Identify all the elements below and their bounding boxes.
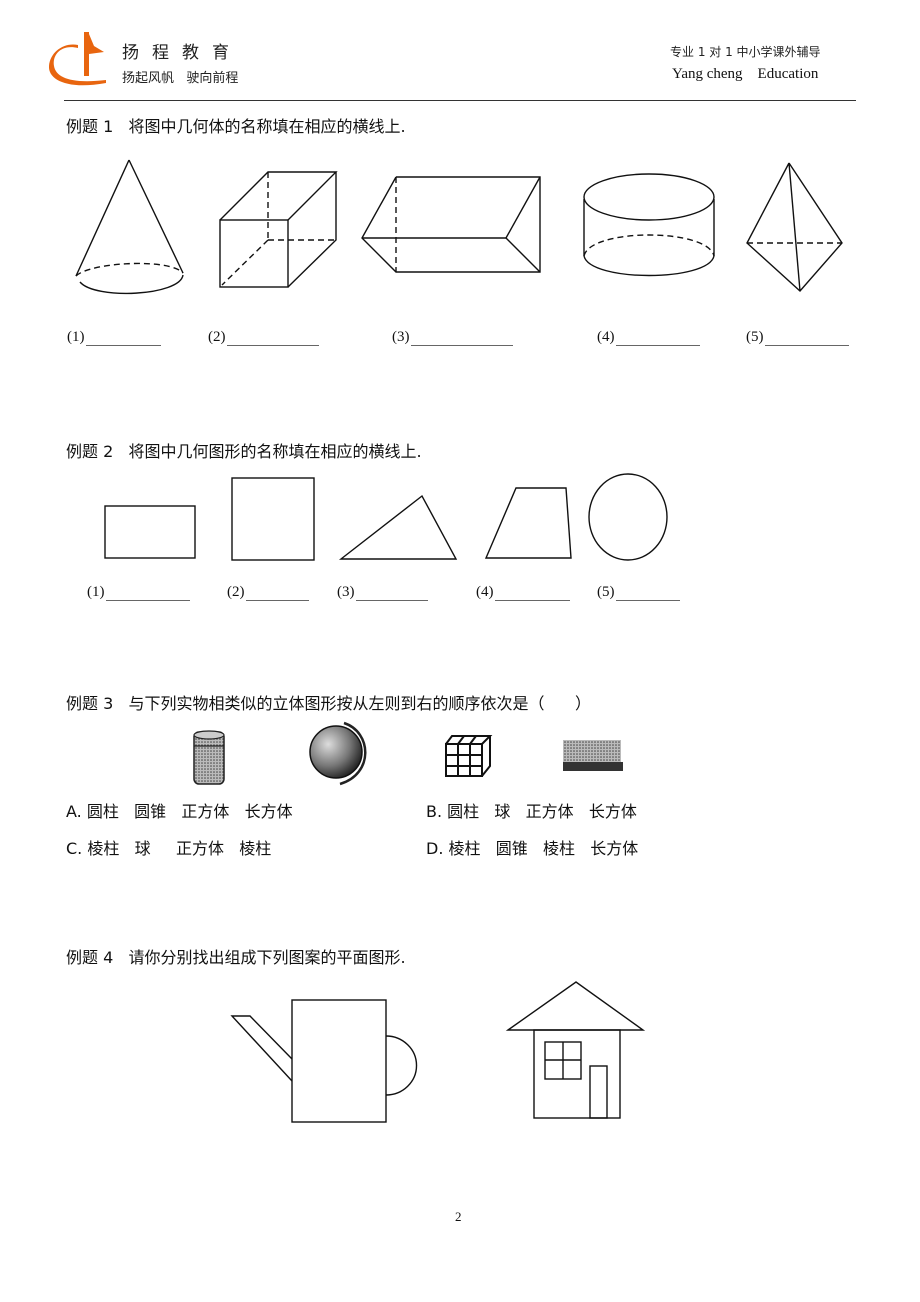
watering-can-figure: [230, 999, 418, 1123]
pattern-figures: [230, 981, 646, 1123]
page-number: 2: [455, 1209, 462, 1224]
house-figure: [505, 981, 646, 1119]
